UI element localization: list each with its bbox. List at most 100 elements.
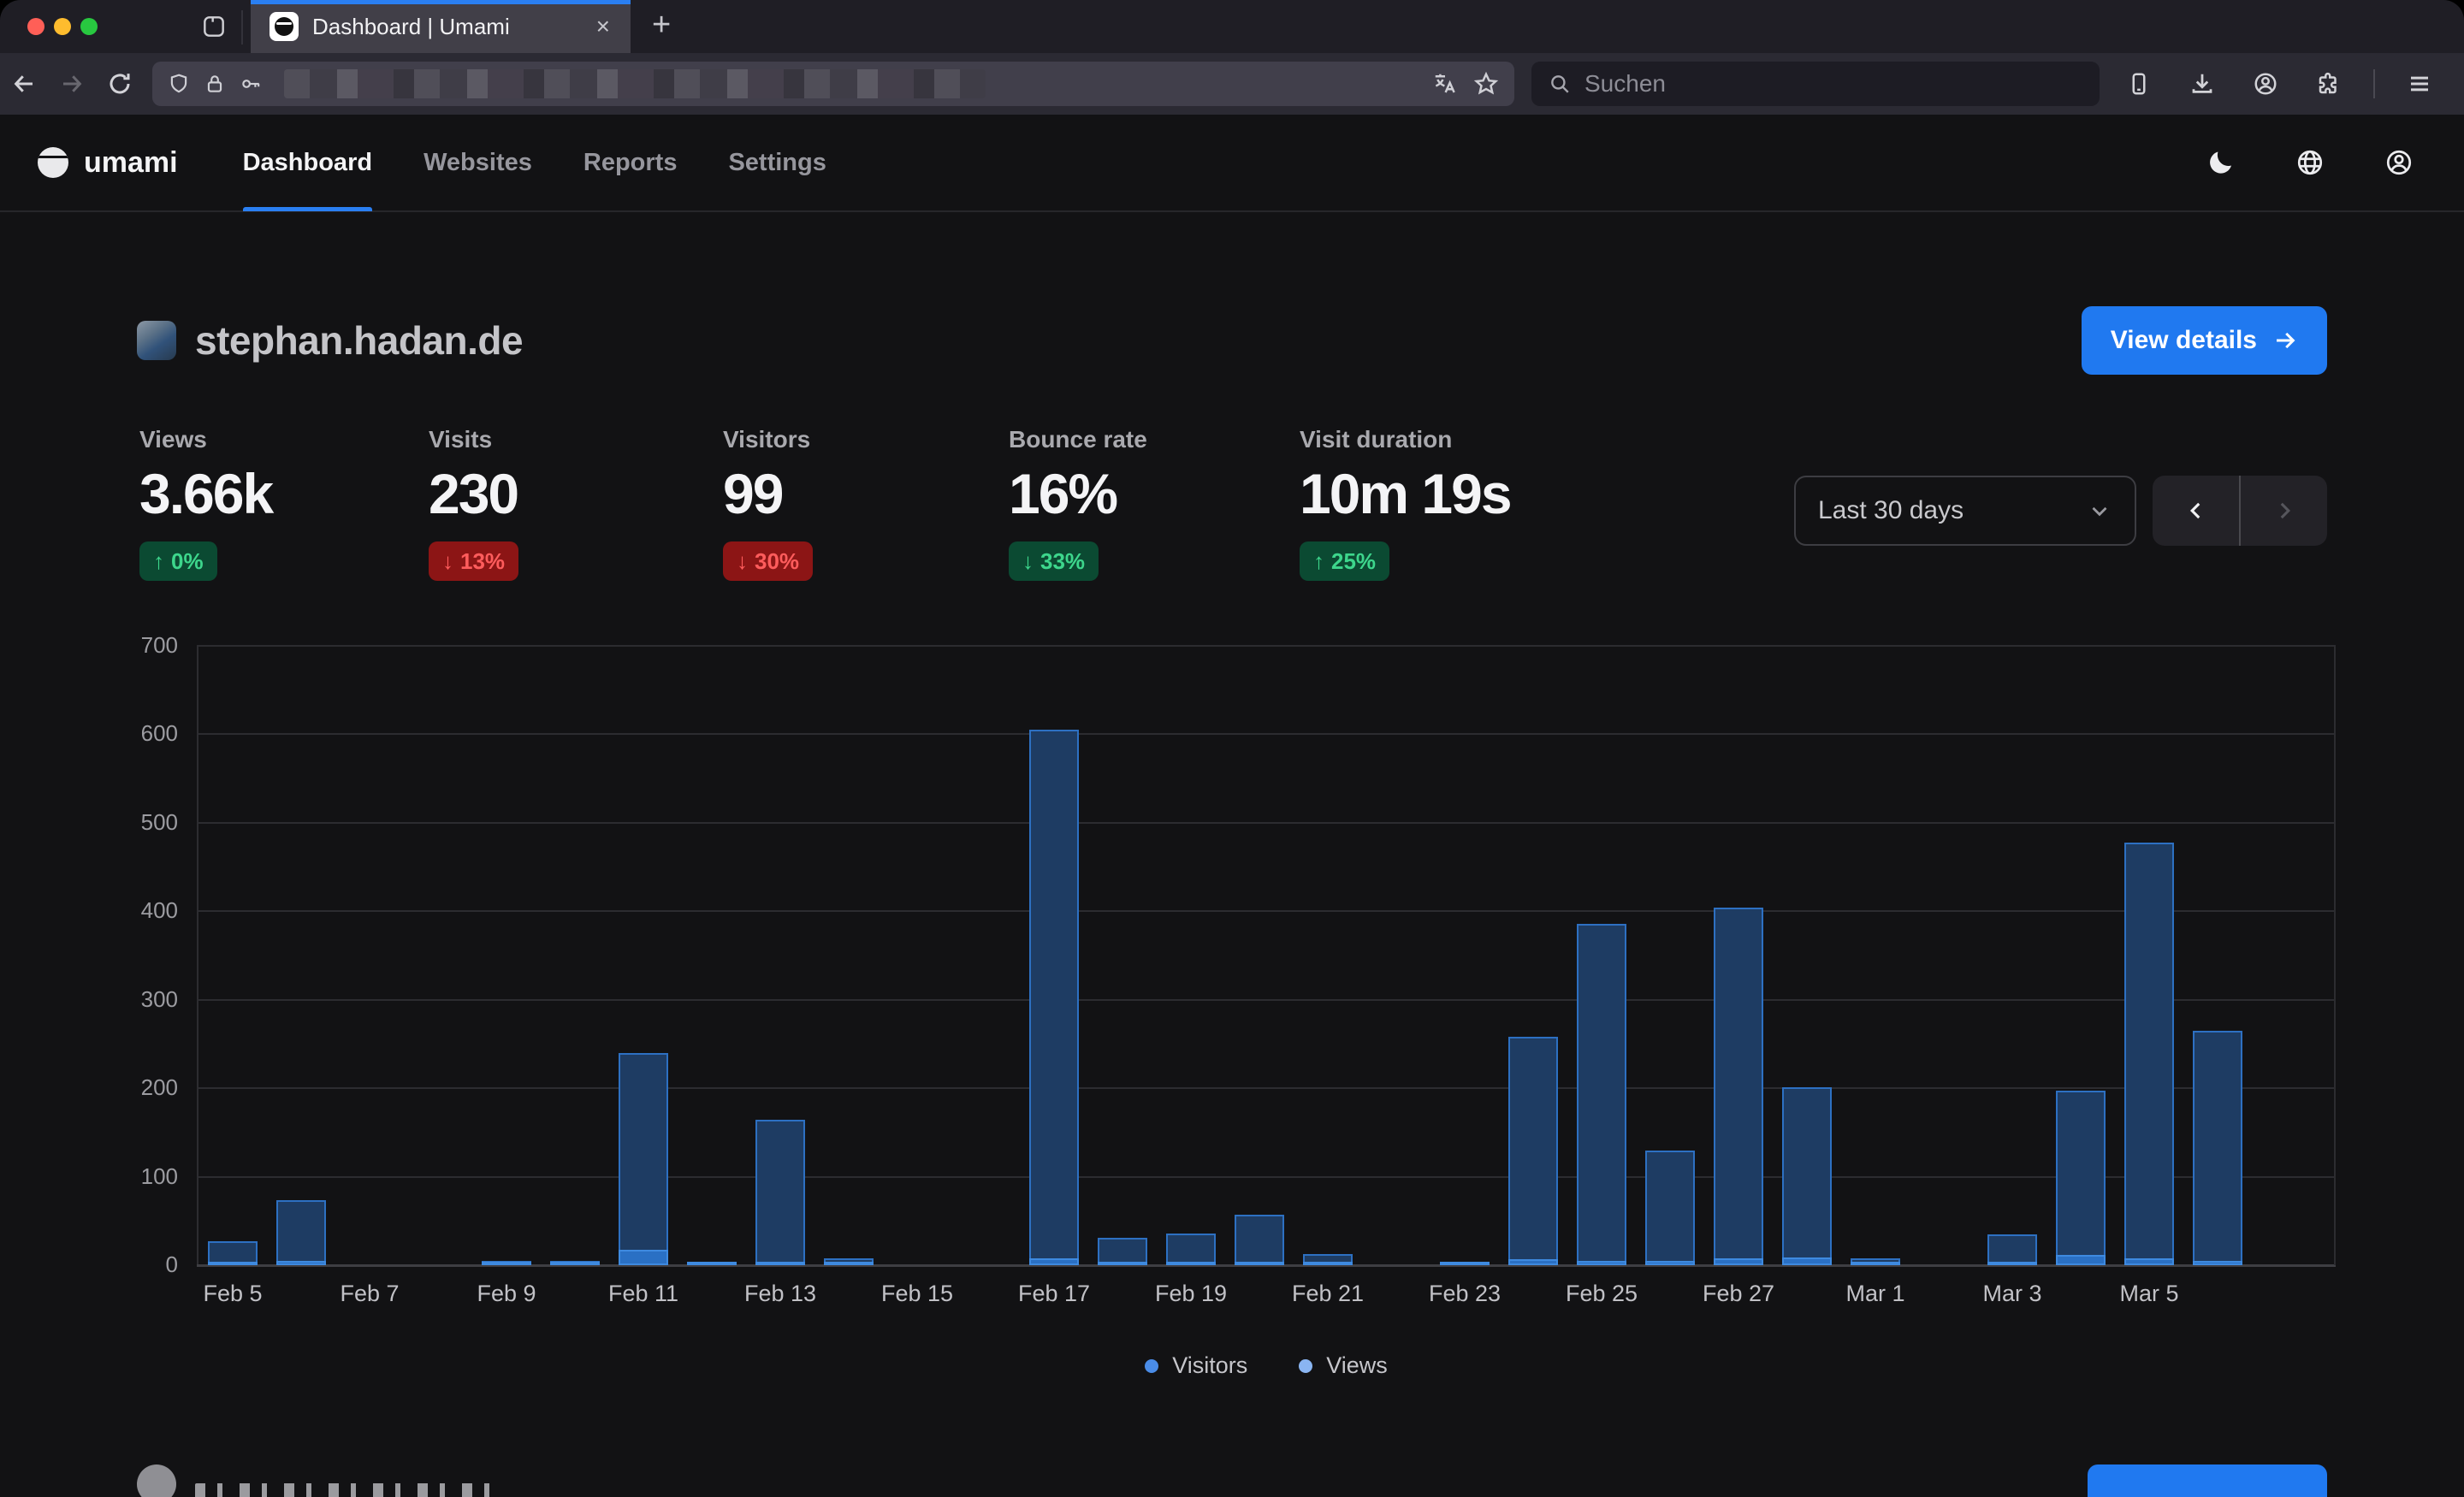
visitors-bar[interactable] <box>276 1261 326 1265</box>
website-header: stephan.hadan.de View details <box>137 301 2327 380</box>
views-bar[interactable] <box>755 1120 805 1265</box>
chevron-down-icon <box>2087 498 2112 524</box>
sidebar-toggle-icon[interactable] <box>200 13 228 40</box>
visitors-bar[interactable] <box>2056 1255 2106 1265</box>
views-bar[interactable] <box>1987 1234 2037 1265</box>
x-axis-tick: Feb 7 <box>301 1281 438 1307</box>
y-axis-tick: 100 <box>118 1163 178 1190</box>
search-input[interactable]: Suchen <box>1531 62 2100 106</box>
bookmark-star-icon[interactable] <box>1473 71 1499 97</box>
x-axis-tick: Mar 1 <box>1807 1281 1944 1307</box>
minimize-window-button[interactable] <box>54 18 71 35</box>
nav-item-reports[interactable]: Reports <box>583 114 678 211</box>
shield-icon[interactable] <box>168 73 190 95</box>
y-axis-tick: 300 <box>118 986 178 1013</box>
y-axis-tick: 0 <box>118 1251 178 1278</box>
nav-item-websites[interactable]: Websites <box>424 114 532 211</box>
second-website-favicon <box>137 1464 176 1497</box>
views-bar[interactable] <box>2193 1031 2242 1265</box>
nav-item-dashboard[interactable]: Dashboard <box>243 114 372 211</box>
traffic-bar-chart[interactable]: 0100200300400500600700Feb 5Feb 7Feb 9Feb… <box>197 646 2336 1265</box>
nav-item-settings[interactable]: Settings <box>728 114 826 211</box>
next-period-button[interactable] <box>2241 476 2327 546</box>
visitors-bar[interactable] <box>1098 1262 1147 1265</box>
visitors-bar[interactable] <box>619 1250 668 1265</box>
visitors-bar[interactable] <box>1166 1262 1216 1265</box>
views-bar[interactable] <box>1782 1087 1832 1265</box>
second-website-header <box>137 1464 2327 1497</box>
brand-wordmark[interactable]: umami <box>84 146 178 180</box>
previous-period-button[interactable] <box>2153 476 2239 546</box>
metric-views: Views 3.66k ↑0% <box>139 426 429 581</box>
close-tab-icon[interactable]: × <box>591 13 615 40</box>
visitors-bar[interactable] <box>2193 1261 2242 1265</box>
browser-toolbar: Suchen <box>0 53 2464 115</box>
url-bar[interactable] <box>152 62 1514 106</box>
new-tab-button[interactable]: + <box>643 9 679 41</box>
visitors-bar[interactable] <box>1577 1261 1626 1265</box>
device-sync-icon[interactable] <box>2120 62 2158 106</box>
legend-item-visitors[interactable]: Visitors <box>1145 1352 1247 1379</box>
tab-strip: Dashboard | Umami × + <box>0 0 2464 53</box>
views-bar[interactable] <box>2056 1091 2106 1265</box>
visitors-bar[interactable] <box>550 1262 600 1265</box>
visitors-bar[interactable] <box>755 1262 805 1265</box>
views-bar[interactable] <box>1645 1151 1695 1265</box>
visitors-bar[interactable] <box>1303 1262 1353 1265</box>
visitors-bar[interactable] <box>1235 1262 1284 1265</box>
close-window-button[interactable] <box>27 18 44 35</box>
umami-logo-icon[interactable] <box>38 147 68 178</box>
second-view-details-button[interactable] <box>2088 1464 2327 1497</box>
visitors-bar[interactable] <box>1851 1262 1900 1265</box>
website-favicon <box>137 321 176 360</box>
visitors-bar[interactable] <box>482 1262 531 1265</box>
back-icon[interactable] <box>0 62 48 106</box>
views-bar[interactable] <box>619 1053 668 1265</box>
date-range-select[interactable]: Last 30 days <box>1794 476 2136 546</box>
x-axis-tick: Feb 5 <box>164 1281 301 1307</box>
views-bar[interactable] <box>1577 924 1626 1265</box>
visitors-bar[interactable] <box>824 1262 874 1265</box>
views-bar[interactable] <box>1235 1215 1284 1265</box>
views-bar[interactable] <box>2124 843 2174 1265</box>
visitors-bar[interactable] <box>1440 1262 1490 1265</box>
view-details-button[interactable]: View details <box>2082 306 2327 375</box>
reload-icon[interactable] <box>96 62 144 106</box>
metrics-row: Views 3.66k ↑0% Visits 230 ↓13% Visitors… <box>139 426 1659 581</box>
x-axis-tick: Feb 9 <box>438 1281 575 1307</box>
tab-title: Dashboard | Umami <box>312 14 591 40</box>
views-bar[interactable] <box>1029 730 1079 1265</box>
views-bar[interactable] <box>1166 1234 1216 1265</box>
date-controls: Last 30 days <box>1794 476 2327 546</box>
browser-tab[interactable]: Dashboard | Umami × <box>251 0 631 53</box>
visitors-bar[interactable] <box>1714 1258 1763 1265</box>
visitors-bar[interactable] <box>208 1262 258 1265</box>
language-globe-icon[interactable] <box>2293 145 2327 180</box>
views-bar[interactable] <box>276 1200 326 1265</box>
visitors-bar[interactable] <box>1782 1257 1832 1265</box>
trend-up-icon: ↑ <box>153 548 164 575</box>
x-axis-tick: Feb 27 <box>1670 1281 1807 1307</box>
forward-icon[interactable] <box>48 62 96 106</box>
visitors-bar[interactable] <box>2124 1258 2174 1265</box>
visitors-bar[interactable] <box>1645 1261 1695 1265</box>
legend-item-views[interactable]: Views <box>1299 1352 1388 1379</box>
translate-icon[interactable] <box>1432 71 1458 97</box>
visitors-bar[interactable] <box>1029 1258 1079 1265</box>
profile-icon[interactable] <box>2382 145 2416 180</box>
downloads-icon[interactable] <box>2183 62 2221 106</box>
lock-icon[interactable] <box>204 73 226 95</box>
zoom-window-button[interactable] <box>80 18 98 35</box>
visitors-bar[interactable] <box>1508 1259 1558 1265</box>
menu-icon[interactable] <box>2401 62 2438 106</box>
metric-change-badge: ↓33% <box>1009 541 1099 581</box>
visitors-bar[interactable] <box>1987 1262 2037 1265</box>
extensions-icon[interactable] <box>2310 62 2348 106</box>
theme-moon-icon[interactable] <box>2204 145 2238 180</box>
visitors-bar[interactable] <box>687 1262 737 1265</box>
metric-change-badge: ↑0% <box>139 541 217 581</box>
views-bar[interactable] <box>1714 908 1763 1265</box>
chart-legend: Visitors Views <box>197 1352 2336 1379</box>
views-bar[interactable] <box>1508 1037 1558 1265</box>
account-icon[interactable] <box>2247 62 2284 106</box>
